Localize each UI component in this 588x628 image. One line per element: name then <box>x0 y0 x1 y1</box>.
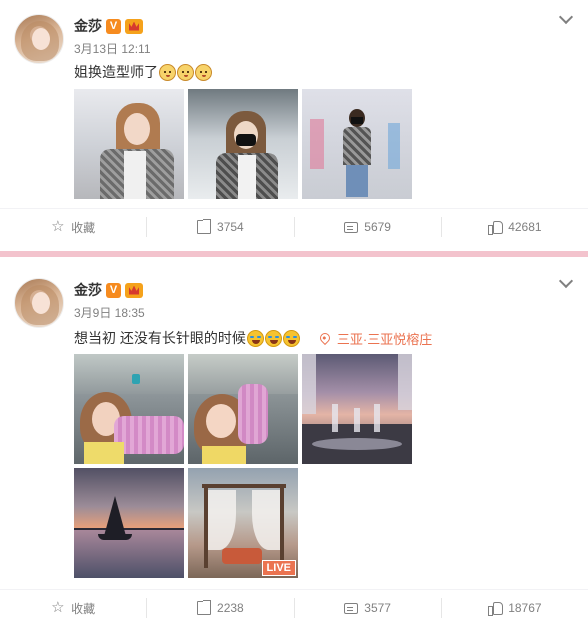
repost-icon <box>197 600 212 615</box>
weibo-post: 金莎 V 3月13日 12:11 姐换造型师了 收藏 <box>0 0 588 244</box>
comment-count: 5679 <box>364 220 391 234</box>
location-link[interactable]: 三亚·三亚悦榕庄 <box>317 329 433 348</box>
post-photo[interactable] <box>74 468 184 578</box>
thumbs-up-icon <box>488 220 504 235</box>
post-text-content: 姐换造型师了 <box>74 64 158 80</box>
comment-icon <box>344 602 359 614</box>
favorite-label: 收藏 <box>71 601 96 616</box>
comment-button[interactable]: 5679 <box>295 217 442 237</box>
dog-face-icon <box>177 63 194 81</box>
live-photo-badge: LIVE <box>261 560 296 576</box>
post-photo[interactable] <box>74 354 184 464</box>
comment-button[interactable]: 3577 <box>295 598 442 618</box>
weibo-post: 金莎 V 3月9日 18:35 想当初 还没有长针眼的时候 三亚·三亚悦榕庄 L… <box>0 264 588 628</box>
comment-count: 3577 <box>364 601 391 615</box>
post-text: 姐换造型师了 <box>74 62 212 82</box>
author-name[interactable]: 金莎 <box>74 280 102 300</box>
laughing-tears-icon <box>264 329 282 347</box>
repost-button[interactable]: 2238 <box>147 598 295 618</box>
chevron-down-icon[interactable] <box>558 274 574 290</box>
like-count: 18767 <box>508 601 542 615</box>
post-text: 想当初 还没有长针眼的时候 三亚·三亚悦榕庄 <box>74 328 432 348</box>
repost-count: 2238 <box>217 601 244 615</box>
post-photo[interactable] <box>74 89 184 199</box>
author-name[interactable]: 金莎 <box>74 16 102 36</box>
verified-icon: V <box>106 282 121 298</box>
dog-face-icon <box>159 63 176 81</box>
dog-face-icon <box>195 63 212 81</box>
post-photo[interactable] <box>188 89 298 199</box>
like-button[interactable]: 18767 <box>442 598 588 618</box>
repost-button[interactable]: 3754 <box>147 217 295 237</box>
chevron-down-icon[interactable] <box>558 10 574 26</box>
post-time[interactable]: 3月13日 12:11 <box>74 40 151 57</box>
author-row: 金莎 V <box>74 16 143 36</box>
laughing-tears-icon <box>282 329 300 347</box>
avatar[interactable] <box>14 14 64 64</box>
post-photo[interactable] <box>302 89 412 199</box>
post-divider <box>0 244 588 264</box>
vip-crown-icon <box>125 18 143 34</box>
action-bar: 收藏 2238 3577 18767 <box>0 589 588 625</box>
like-button[interactable]: 42681 <box>442 217 588 237</box>
comment-icon <box>344 221 359 233</box>
star-icon <box>51 598 65 616</box>
author-row: 金莎 V <box>74 280 143 300</box>
repost-count: 3754 <box>217 220 244 234</box>
star-icon <box>51 217 65 235</box>
post-photo[interactable] <box>302 354 412 464</box>
thumbs-up-icon <box>488 601 504 616</box>
post-time[interactable]: 3月9日 18:35 <box>74 304 145 321</box>
location-label: 三亚·三亚悦榕庄 <box>336 331 433 347</box>
favorite-button[interactable]: 收藏 <box>0 598 148 618</box>
laughing-tears-icon <box>246 329 264 347</box>
post-photo[interactable] <box>188 354 298 464</box>
location-pin-icon <box>317 330 332 346</box>
action-bar: 收藏 3754 5679 42681 <box>0 208 588 244</box>
like-count: 42681 <box>508 220 542 234</box>
avatar[interactable] <box>14 278 64 328</box>
post-photo[interactable]: LIVE <box>188 468 298 578</box>
post-text-content: 想当初 还没有长针眼的时候 <box>74 330 246 346</box>
repost-icon <box>197 219 212 234</box>
verified-icon: V <box>106 18 121 34</box>
favorite-label: 收藏 <box>71 220 96 235</box>
vip-crown-icon <box>125 282 143 298</box>
favorite-button[interactable]: 收藏 <box>0 217 148 237</box>
